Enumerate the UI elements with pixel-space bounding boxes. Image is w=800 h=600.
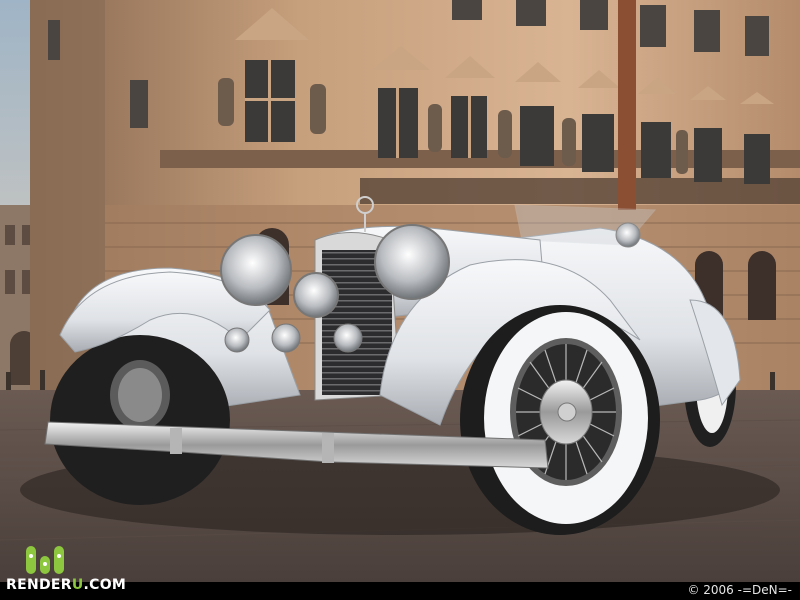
front-right-wheel: [460, 305, 660, 535]
hubcap-star-icon: [557, 402, 577, 422]
copyright-text: © 2006 -=DeN=-: [687, 583, 792, 597]
front-left-wheel: [50, 335, 230, 505]
logo-accent: U: [71, 577, 84, 593]
logo-suffix: .COM: [83, 577, 127, 593]
render-image: [0, 0, 800, 582]
logo-wordmark: RENDERU.COM: [6, 577, 126, 593]
renderu-logo[interactable]: RENDERU.COM: [6, 540, 126, 598]
logo-prefix: RENDER: [6, 577, 72, 593]
logo-figures-icon: [26, 546, 64, 574]
